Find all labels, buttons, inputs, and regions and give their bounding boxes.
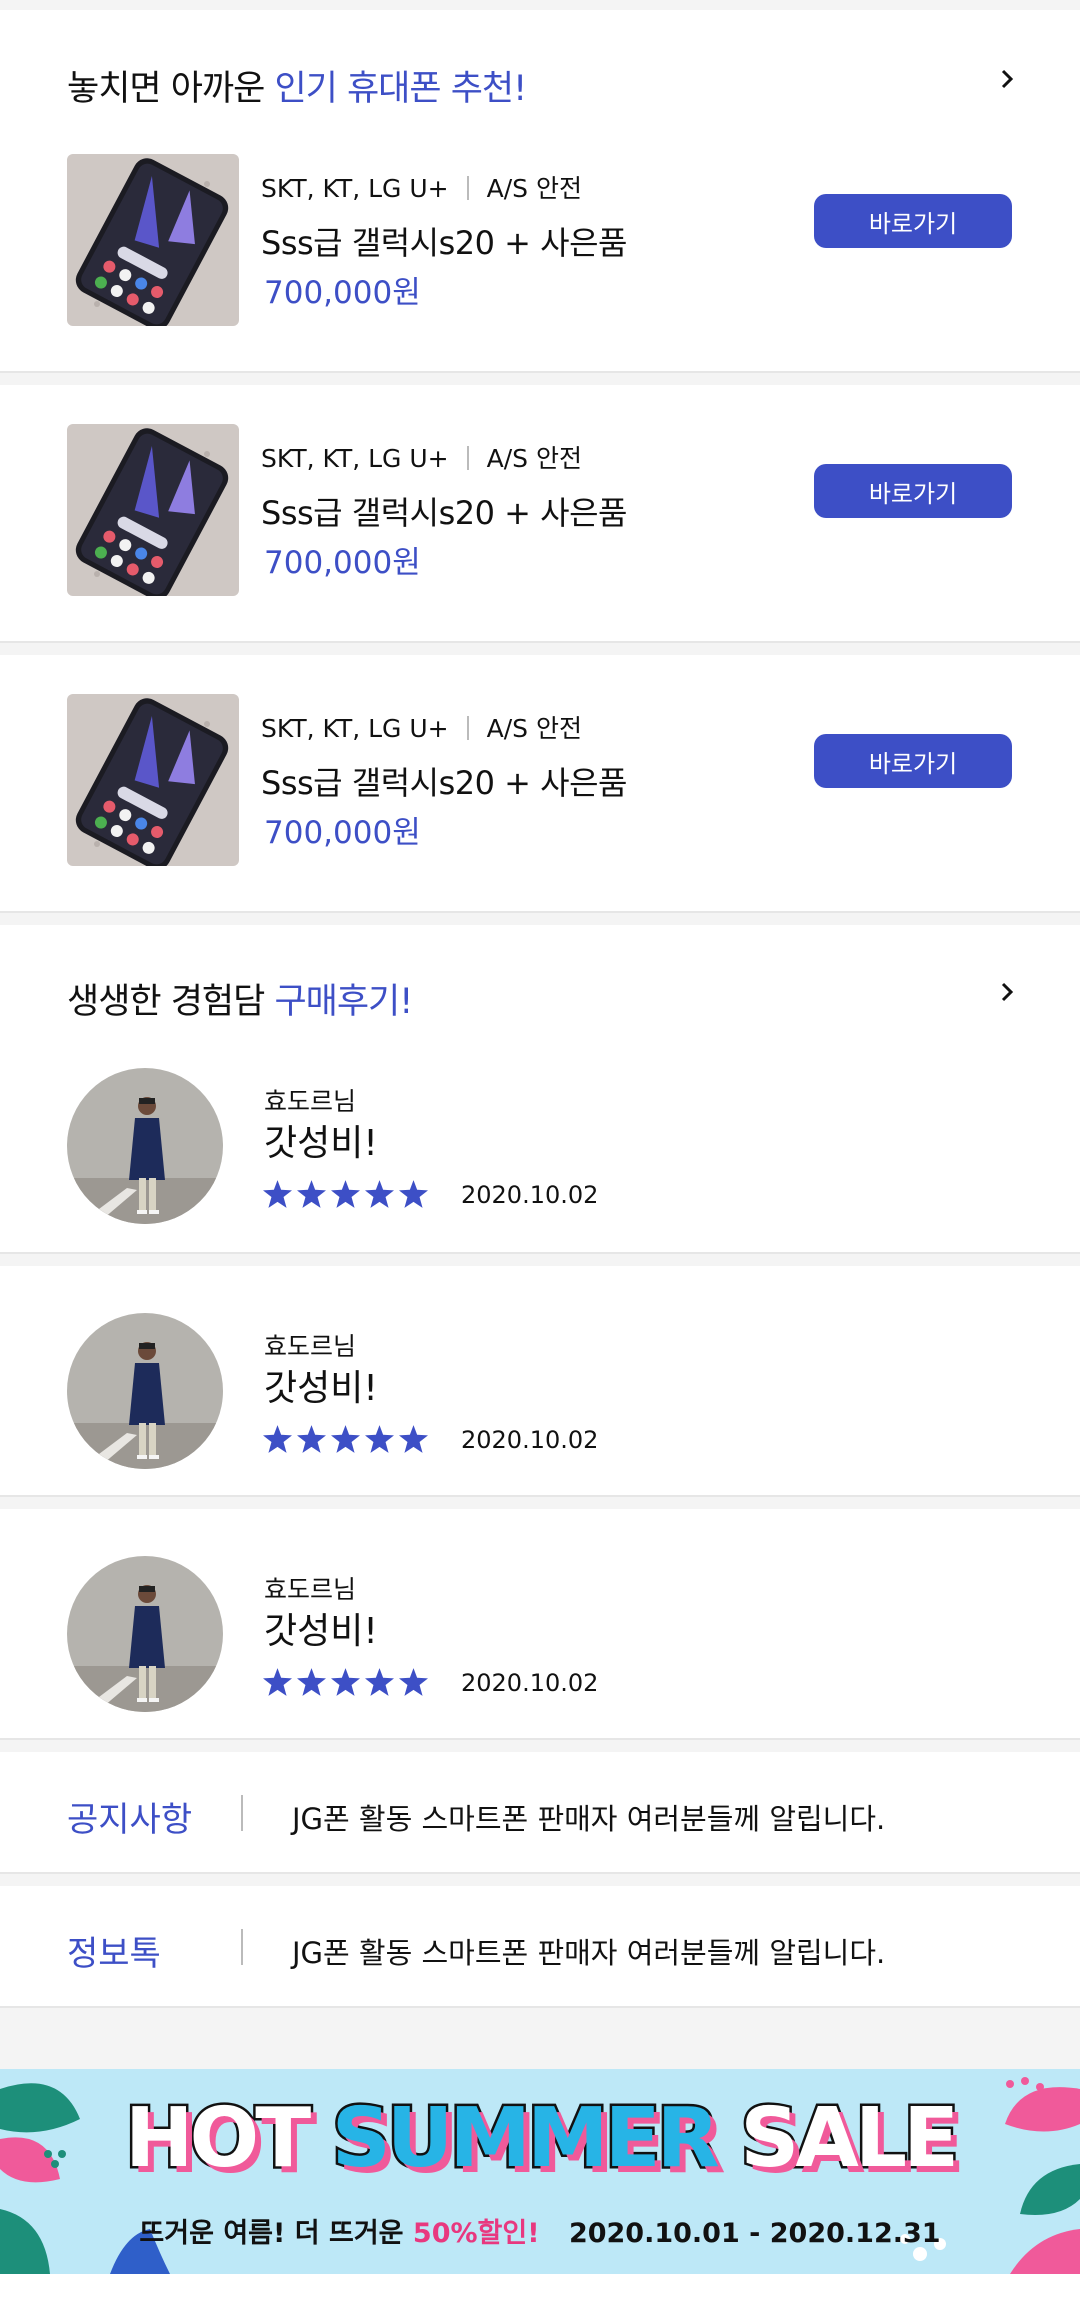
product-carrier-info: SKT, KT, LG U+ A/S 안전 xyxy=(261,439,582,475)
product-price: 700,000원 xyxy=(264,815,421,851)
recommend-header[interactable]: 놓치면 아까운 인기 휴대폰 추천! xyxy=(0,10,1080,135)
banner-sub-accent: 50%할인! xyxy=(412,2218,540,2249)
banner-headline: HOT SUMMER SALE xyxy=(0,2091,1080,2186)
chevron-right-icon[interactable] xyxy=(996,981,1018,1003)
product-carrier: SKT, KT, LG U+ xyxy=(261,714,449,743)
product-card[interactable]: SKT, KT, LG U+ A/S 안전 Sss급 갤럭시s20 + 사은품 700… xyxy=(0,385,1080,641)
divider xyxy=(241,1795,243,1831)
star-icon xyxy=(365,1668,394,1696)
notice-row[interactable]: 공지사항 JG폰 활동 스마트폰 판매자 여러분들께 알립니다. xyxy=(0,1752,1080,1872)
section-divider xyxy=(0,641,1080,655)
star-icon xyxy=(399,1668,428,1696)
star-icon xyxy=(263,1668,292,1696)
review-title: 갓성비! xyxy=(264,1611,378,1652)
divider xyxy=(241,1929,243,1965)
product-name: Sss급 갤럭시s20 + 사은품 xyxy=(261,494,627,532)
star-icon xyxy=(365,1425,394,1453)
star-icon xyxy=(365,1180,394,1208)
avatar[interactable] xyxy=(67,1313,223,1469)
banner-subline: 뜨거운 여름! 더 뜨거운 50%할인! 2020.10.01 - 2020.1… xyxy=(0,2211,1080,2250)
star-icon xyxy=(263,1425,292,1453)
recommend-section: 놓치면 아까운 인기 휴대폰 추천! xyxy=(0,10,1080,135)
star-icon xyxy=(399,1180,428,1208)
star-icon xyxy=(331,1180,360,1208)
star-icon xyxy=(263,1180,292,1208)
summer-sale-banner[interactable]: HOT SUMMER SALE 뜨거운 여름! 더 뜨거운 50%할인! 202… xyxy=(0,2069,1080,2274)
product-card[interactable]: SKT, KT, LG U+ A/S 안전 Sss급 갤럭시s20 + 사은품 700… xyxy=(0,655,1080,911)
star-icon xyxy=(331,1668,360,1696)
divider xyxy=(466,716,469,740)
product-as: A/S 안전 xyxy=(486,714,582,743)
section-divider xyxy=(0,911,1080,925)
banner-dates: 2020.10.01 - 2020.12.31 xyxy=(568,2218,941,2249)
rating-stars xyxy=(263,1668,428,1696)
star-icon xyxy=(297,1180,326,1208)
section-divider xyxy=(0,2006,1080,2020)
reviews-header[interactable]: 생생한 경험담 구매후기! xyxy=(0,925,1080,1038)
reviews-section: 생생한 경험담 구매후기! xyxy=(0,925,1080,1038)
section-divider xyxy=(0,371,1080,385)
review-date: 2020.10.02 xyxy=(461,1426,599,1454)
bottom-area xyxy=(0,2274,1080,2313)
reviewer-name: 효도르님 xyxy=(264,1575,357,1604)
avatar[interactable] xyxy=(67,1556,223,1712)
product-carrier-info: SKT, KT, LG U+ A/S 안전 xyxy=(261,169,582,205)
product-as: A/S 안전 xyxy=(486,174,582,203)
banner-word-hot: HOT xyxy=(122,2091,313,2186)
review-card[interactable]: 효도르님갓성비! 2020.10.02 xyxy=(0,1266,1080,1495)
product-name: Sss급 갤럭시s20 + 사은품 xyxy=(261,224,627,262)
star-icon xyxy=(399,1425,428,1453)
product-carrier: SKT, KT, LG U+ xyxy=(261,444,449,473)
reviewer-name: 효도르님 xyxy=(264,1332,357,1361)
product-image[interactable] xyxy=(67,424,239,596)
banner-sub-text: 뜨거운 여름! 더 뜨거운 xyxy=(139,2218,413,2249)
notice-label: 정보톡 xyxy=(67,1934,161,1974)
divider xyxy=(466,446,469,470)
chevron-right-icon[interactable] xyxy=(996,68,1018,90)
divider xyxy=(466,176,469,200)
product-carrier: SKT, KT, LG U+ xyxy=(261,174,449,203)
review-card[interactable]: 효도르님갓성비! 2020.10.02 xyxy=(0,1038,1080,1252)
section-divider xyxy=(0,1738,1080,1752)
notice-label: 공지사항 xyxy=(67,1800,193,1840)
star-icon xyxy=(297,1425,326,1453)
review-date: 2020.10.02 xyxy=(461,1669,599,1697)
product-name: Sss급 갤럭시s20 + 사은품 xyxy=(261,764,627,802)
section-divider xyxy=(0,1872,1080,1886)
recommend-title: 놓치면 아까운 인기 휴대폰 추천! xyxy=(67,60,527,111)
notice-text: JG폰 활동 스마트폰 판매자 여러분들께 알립니다. xyxy=(292,1936,886,1970)
review-title: 갓성비! xyxy=(264,1123,378,1164)
go-button[interactable]: 바로가기 xyxy=(814,734,1012,788)
reviews-title: 생생한 경험담 구매후기! xyxy=(67,973,413,1024)
avatar[interactable] xyxy=(67,1068,223,1224)
go-button[interactable]: 바로가기 xyxy=(814,194,1012,248)
product-image[interactable] xyxy=(67,154,239,326)
product-card[interactable]: SKT, KT, LG U+ A/S 안전 Sss급 갤럭시s20 + 사은품 700… xyxy=(0,135,1080,371)
product-as: A/S 안전 xyxy=(486,444,582,473)
review-title: 갓성비! xyxy=(264,1368,378,1409)
star-icon xyxy=(297,1668,326,1696)
star-icon xyxy=(331,1425,360,1453)
product-price: 700,000원 xyxy=(264,275,421,311)
section-divider xyxy=(0,1495,1080,1509)
reviews-title-plain: 생생한 경험담 xyxy=(67,982,275,1022)
review-card[interactable]: 효도르님갓성비! 2020.10.02 xyxy=(0,1509,1080,1738)
product-price: 700,000원 xyxy=(264,545,421,581)
recommend-title-plain: 놓치면 아까운 xyxy=(67,69,275,109)
product-carrier-info: SKT, KT, LG U+ A/S 안전 xyxy=(261,709,582,745)
product-image[interactable] xyxy=(67,694,239,866)
review-date: 2020.10.02 xyxy=(461,1181,599,1209)
reviewer-name: 효도르님 xyxy=(264,1087,357,1116)
section-divider xyxy=(0,1252,1080,1266)
recommend-title-accent: 인기 휴대폰 추천! xyxy=(274,69,527,109)
banner-word-sale: SALE xyxy=(738,2091,962,2186)
rating-stars xyxy=(263,1425,428,1453)
banner-word-summer: SUMMER xyxy=(329,2091,722,2186)
go-button[interactable]: 바로가기 xyxy=(814,464,1012,518)
notice-text: JG폰 활동 스마트폰 판매자 여러분들께 알립니다. xyxy=(292,1802,886,1836)
rating-stars xyxy=(263,1180,428,1208)
notice-row[interactable]: 정보톡 JG폰 활동 스마트폰 판매자 여러분들께 알립니다. xyxy=(0,1886,1080,2006)
reviews-title-accent: 구매후기! xyxy=(274,982,413,1022)
